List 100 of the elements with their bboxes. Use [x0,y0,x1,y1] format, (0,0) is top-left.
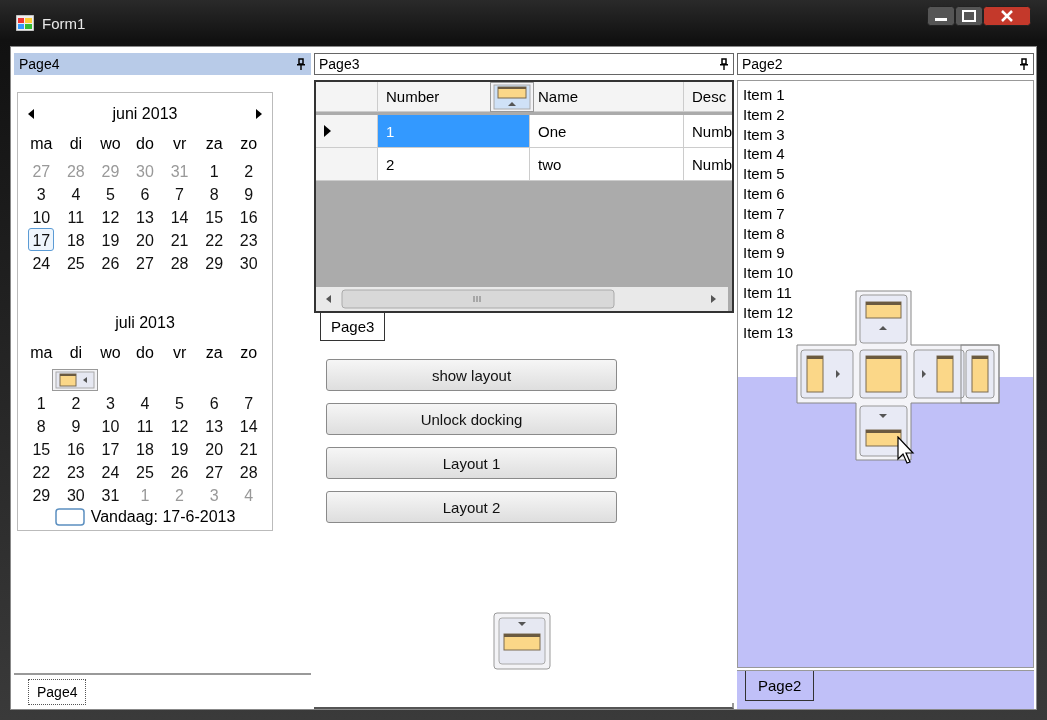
calendar-day[interactable]: 3 [101,391,119,414]
calendar-day[interactable]: 28 [235,460,262,483]
list-item[interactable]: Item 13 [743,322,1028,343]
page-tab[interactable]: Page3 [320,313,386,341]
calendar-day[interactable]: 9 [67,414,85,437]
calendar-day[interactable]: 5 [171,391,188,414]
calendar-day[interactable]: 6 [205,391,223,414]
calendar-day[interactable]: 7 [171,182,188,205]
list-item[interactable]: Item 11 [743,282,1028,303]
calendar-day[interactable]: 25 [62,251,89,274]
table-cell: Numb [684,148,732,181]
calendar-day[interactable]: 19 [97,228,124,251]
calendar-day[interactable]: 19 [166,437,193,460]
calendar-day[interactable]: 25 [132,460,158,483]
weekday-label: zo [239,134,259,154]
calendar-day[interactable]: 6 [136,182,154,205]
calendar-day[interactable]: 24 [97,460,124,483]
list-item[interactable]: Item 5 [743,164,1028,184]
calendar-day[interactable]: 13 [201,414,228,437]
horizontal-scrollbar[interactable] [316,287,728,311]
next-month-icon[interactable] [256,109,262,119]
calendar-day[interactable]: 24 [28,251,55,274]
list-item[interactable]: Item 6 [743,184,1028,204]
calendar-day[interactable]: 1 [32,391,50,414]
list-item[interactable]: Item 4 [743,144,1028,165]
list-item[interactable]: Item 2 [743,104,1028,125]
calendar-day[interactable]: 8 [205,182,223,205]
calendar-day[interactable]: 22 [28,460,55,483]
calendar-day[interactable]: 7 [240,391,258,414]
app-icon [16,15,34,31]
calendar-day[interactable]: 30 [235,251,262,274]
calendar-day[interactable]: 10 [97,414,124,437]
calendar-day[interactable]: 15 [201,205,228,228]
column-header[interactable]: Name [538,88,578,105]
calendar-day[interactable]: 21 [166,228,193,251]
calendar-day[interactable]: 26 [97,251,124,274]
calendar-day[interactable]: 20 [132,228,158,251]
calendar-day[interactable]: 14 [235,414,262,437]
calendar-day[interactable]: 18 [62,228,89,251]
minimize-icon[interactable] [927,6,955,26]
calendar-day[interactable]: 21 [235,437,262,460]
calendar-day[interactable]: 17 [28,228,55,251]
calendar-day[interactable]: 12 [97,205,124,228]
calendar-day[interactable]: 5 [101,182,119,205]
list-item[interactable]: Item 3 [743,124,1028,145]
maximize-icon[interactable] [955,6,983,26]
calendar-day[interactable]: 27 [132,251,158,274]
calendar-day[interactable]: 11 [132,414,158,437]
calendar-day[interactable]: 8 [32,414,50,437]
calendar-day[interactable]: 23 [235,228,262,251]
pin-icon[interactable] [296,58,306,70]
page-tab[interactable]: Page4 [28,679,87,705]
window-title: Form1 [42,14,87,32]
calendar-day[interactable]: 31 [97,483,124,506]
calendar-day[interactable]: 28 [166,251,193,274]
calendar-day[interactable]: 16 [62,437,89,460]
calendar[interactable] [17,92,273,531]
pin-icon[interactable] [719,58,729,70]
calendar-day[interactable]: 30 [62,483,89,506]
action-button[interactable]: show layout [326,359,617,391]
today-label[interactable]: Vandaag: 17-6-2013 [90,508,236,526]
list-item[interactable]: Item 8 [743,223,1028,244]
calendar-day[interactable]: 17 [97,437,124,460]
action-button[interactable]: Layout 1 [326,447,617,479]
calendar-day[interactable]: 27 [201,460,228,483]
calendar-day[interactable]: 2 [240,159,258,182]
calendar-day[interactable]: 11 [63,205,89,228]
calendar-day[interactable]: 4 [67,182,85,205]
data-grid[interactable]: Number Name Desc 1 One Numb 2 two Numb [314,80,734,313]
list-item[interactable]: Item 1 [743,85,1028,105]
weekday-label: vr [171,134,188,154]
calendar-day[interactable]: 10 [28,205,55,228]
calendar-day[interactable]: 16 [235,205,262,228]
calendar-day[interactable]: 22 [201,228,228,251]
calendar-day[interactable]: 3 [32,182,50,205]
calendar-day[interactable]: 23 [62,460,89,483]
list-item[interactable]: Item 10 [743,263,1028,283]
list-item[interactable]: Item 12 [743,302,1028,323]
close-icon[interactable] [983,6,1031,26]
calendar-day[interactable]: 15 [28,437,55,460]
list-item[interactable]: Item 7 [743,203,1028,224]
calendar-day[interactable]: 12 [166,414,193,437]
previous-month-icon[interactable] [28,109,34,119]
list-item[interactable]: Item 9 [743,243,1028,264]
calendar-day[interactable]: 4 [136,391,154,414]
page-tab[interactable]: Page2 [745,671,815,701]
row-header[interactable] [316,115,378,148]
calendar-day[interactable]: 14 [166,205,193,228]
calendar-day[interactable]: 29 [201,251,228,274]
calendar-day[interactable]: 9 [240,182,258,205]
calendar-day[interactable]: 18 [132,437,158,460]
calendar-day[interactable]: 29 [28,483,55,506]
pin-icon[interactable] [1019,58,1029,70]
calendar-day[interactable]: 26 [166,460,193,483]
action-button[interactable]: Unlock docking [326,403,617,435]
calendar-day[interactable]: 13 [132,205,158,228]
calendar-day[interactable]: 1 [205,159,223,182]
action-button[interactable]: Layout 2 [326,491,617,523]
calendar-day[interactable]: 2 [67,391,85,414]
calendar-day[interactable]: 20 [201,437,228,460]
